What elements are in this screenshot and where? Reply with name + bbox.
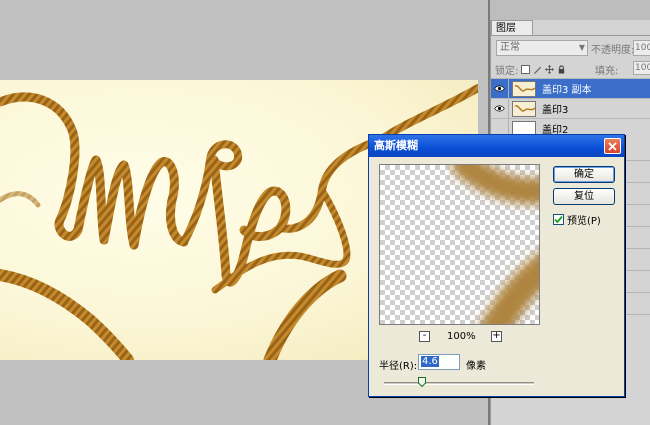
close-button[interactable] [604, 138, 621, 154]
preview-rope [452, 165, 539, 324]
preview-checkbox-row[interactable]: 预览(P) [553, 212, 601, 227]
ok-button[interactable]: 确定 [553, 166, 615, 183]
radius-label: 半径(R): [379, 361, 418, 372]
radius-slider-thumb[interactable] [417, 377, 426, 387]
tab-bar-line [491, 35, 650, 36]
zoom-out-button[interactable]: - [419, 331, 430, 342]
brush-icon[interactable] [533, 65, 542, 74]
layer-thumbnail [512, 100, 536, 117]
dialog-title: 高斯模糊 [374, 139, 418, 152]
fill-input[interactable]: 100% [633, 61, 650, 75]
chevron-down-icon: ▼ [578, 43, 585, 52]
move-icon[interactable] [545, 65, 555, 74]
opacity-input[interactable]: 100% [633, 40, 650, 56]
dialog-titlebar[interactable]: 高斯模糊 [369, 135, 624, 157]
blur-preview[interactable] [379, 164, 540, 325]
layer-name: 盖印3 [542, 105, 569, 116]
blend-mode-value: 正常 [500, 42, 520, 53]
layer-row[interactable]: 盖印3 [491, 98, 650, 119]
tab-layers[interactable]: 图层 [491, 20, 533, 36]
radius-slider-track[interactable] [384, 382, 534, 385]
close-icon [608, 141, 617, 151]
layer-thumbnail [512, 80, 536, 97]
zoom-level: 100% [447, 331, 476, 342]
radius-input[interactable]: 4.6 [418, 354, 460, 370]
reset-button[interactable]: 复位 [553, 188, 615, 205]
preview-checkbox[interactable] [553, 214, 564, 225]
opacity-label: 不透明度: [591, 45, 635, 56]
lock-row: 锁定: [495, 62, 566, 77]
zoom-in-button[interactable]: + [491, 331, 502, 342]
eye-icon [494, 105, 505, 112]
radius-value: 4.6 [421, 356, 439, 367]
lock-transparency-icon[interactable] [521, 65, 531, 74]
layer-row[interactable]: 盖印3 副本 [491, 78, 650, 99]
fill-label: 填充: [595, 66, 619, 77]
blend-mode-select[interactable]: 正常 ▼ [496, 40, 588, 56]
radius-unit: 像素 [466, 361, 486, 372]
lock-label: 锁定: [495, 66, 519, 77]
lock-icon[interactable] [557, 65, 566, 74]
visibility-toggle[interactable] [491, 98, 509, 119]
visibility-toggle[interactable] [491, 78, 509, 99]
layer-name: 盖印3 副本 [542, 85, 592, 96]
gaussian-blur-dialog: 高斯模糊 - 100% + 确定 复位 预览(P) 半径(R): 4.6 像素 [368, 134, 625, 397]
preview-label: 预览(P) [567, 216, 601, 227]
eye-icon [494, 85, 505, 92]
checkmark-icon [554, 215, 563, 224]
